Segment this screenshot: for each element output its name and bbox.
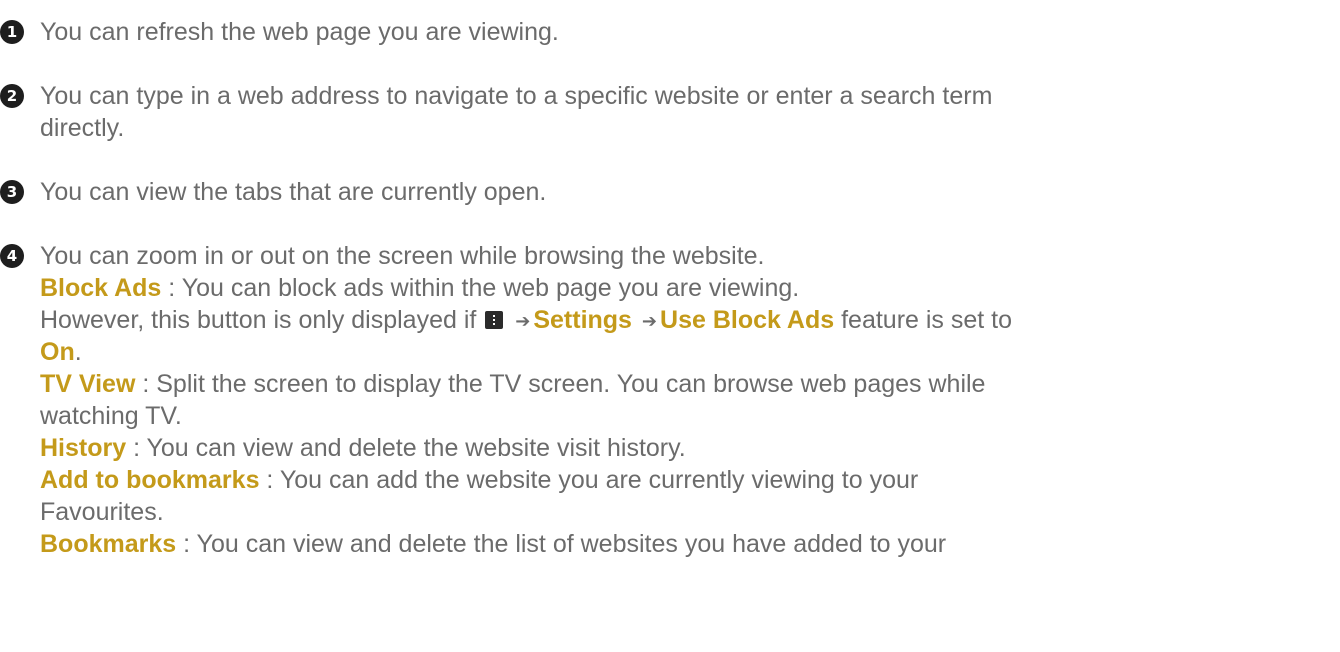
tabs-description: You can view the tabs that are currently…: [40, 178, 547, 206]
arrow-right-icon: ➔: [515, 311, 531, 332]
history-entry: History : You can view and delete the we…: [40, 432, 1330, 464]
settings-label: Settings: [533, 306, 632, 334]
address-bar-description-cont: directly.: [40, 114, 125, 142]
add-bookmark-description: : You can add the website you are curren…: [259, 466, 919, 494]
number-badge-4: 4: [0, 244, 24, 268]
number-badge-3: 3: [0, 180, 24, 204]
block-ads-note: However, this button is only displayed i…: [40, 304, 1330, 338]
add-bookmark-entry-cont: Favourites.: [40, 496, 1330, 528]
more-menu-icon: [485, 311, 504, 329]
history-label: History: [40, 434, 127, 462]
list-item-zoom: 4 You can zoom in or out on the screen w…: [0, 240, 1330, 272]
bookmarks-description: : You can view and delete the list of we…: [176, 530, 947, 558]
feature-description-page: 1 You can refresh the web page you are v…: [0, 0, 1340, 652]
tv-view-label: TV View: [40, 370, 136, 398]
block-ads-note-mid: feature is set to: [834, 306, 1013, 334]
number-badge-2: 2: [0, 84, 24, 108]
tv-view-description-cont: watching TV.: [40, 402, 182, 430]
zoom-description: You can zoom in or out on the screen whi…: [40, 242, 765, 270]
tv-view-entry-cont: watching TV.: [40, 400, 1330, 432]
on-label: On: [40, 338, 75, 366]
number-badge-1: 1: [0, 20, 24, 44]
bookmarks-label: Bookmarks: [40, 530, 177, 558]
block-ads-note-start: However, this button is only displayed i…: [40, 306, 477, 334]
address-bar-description: You can type in a web address to navigat…: [40, 82, 993, 110]
use-block-ads-label: Use Block Ads: [660, 306, 835, 334]
tv-view-description: : Split the screen to display the TV scr…: [135, 370, 986, 398]
block-ads-entry: Block Ads : You can block ads within the…: [40, 272, 1330, 304]
refresh-description: You can refresh the web page you are vie…: [40, 18, 559, 46]
arrow-right-icon: ➔: [641, 311, 658, 332]
block-ads-label: Block Ads: [40, 274, 162, 302]
list-item-address-bar: 2 You can type in a web address to navig…: [0, 80, 1330, 144]
add-bookmark-description-cont: Favourites.: [40, 498, 164, 526]
history-description: : You can view and delete the website vi…: [126, 434, 686, 462]
add-bookmark-entry: Add to bookmarks : You can add the websi…: [40, 464, 1330, 496]
tv-view-entry: TV View : Split the screen to display th…: [40, 368, 1330, 400]
list-item-refresh: 1 You can refresh the web page you are v…: [0, 16, 1330, 48]
block-ads-description: : You can block ads within the web page …: [161, 274, 800, 302]
list-item-tabs: 3 You can view the tabs that are current…: [0, 176, 1330, 208]
block-ads-note-cont: On.: [40, 336, 1330, 368]
add-bookmark-label: Add to bookmarks: [40, 466, 260, 494]
bookmarks-entry: Bookmarks : You can view and delete the …: [40, 528, 1330, 560]
block-ads-note-end: .: [74, 338, 82, 366]
